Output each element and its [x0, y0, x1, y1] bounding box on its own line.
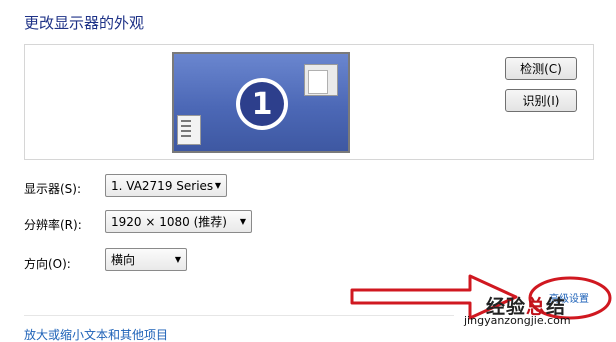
resolution-label: 分辨率(R): — [24, 218, 82, 232]
divider — [24, 315, 454, 316]
orientation-select-value: 横向 — [111, 253, 136, 267]
resolution-select[interactable]: 1920 × 1080 (推荐) ▼ — [105, 210, 252, 233]
chevron-down-icon: ▼ — [214, 181, 221, 190]
resolution-select-value: 1920 × 1080 (推荐) — [111, 215, 227, 229]
identify-button[interactable]: 识别(I) — [505, 89, 577, 112]
page-title: 更改显示器的外观 — [24, 14, 145, 32]
mini-window-left — [177, 115, 201, 145]
orientation-select[interactable]: 横向 ▼ — [105, 248, 187, 271]
chevron-down-icon: ▼ — [174, 255, 181, 264]
display-label: 显示器(S): — [24, 182, 82, 196]
monitor-icon[interactable]: 1 — [172, 52, 350, 153]
mini-window-right — [304, 64, 338, 96]
display-select-value: 1. VA2719 Series — [111, 178, 214, 193]
orientation-label: 方向(O): — [24, 257, 71, 271]
text-size-link[interactable]: 放大或缩小文本和其他项目 — [24, 326, 168, 342]
chevron-down-icon: ▼ — [239, 217, 246, 226]
monitor-number: 1 — [240, 82, 284, 126]
watermark-url: jingyanzongjie.com — [464, 314, 571, 327]
monitor-number-badge: 1 — [236, 78, 288, 130]
display-preview-area: 1 检测(C) 识别(I) — [24, 44, 594, 160]
detect-button[interactable]: 检测(C) — [505, 57, 577, 80]
display-select[interactable]: 1. VA2719 Series ▼ — [105, 174, 227, 197]
